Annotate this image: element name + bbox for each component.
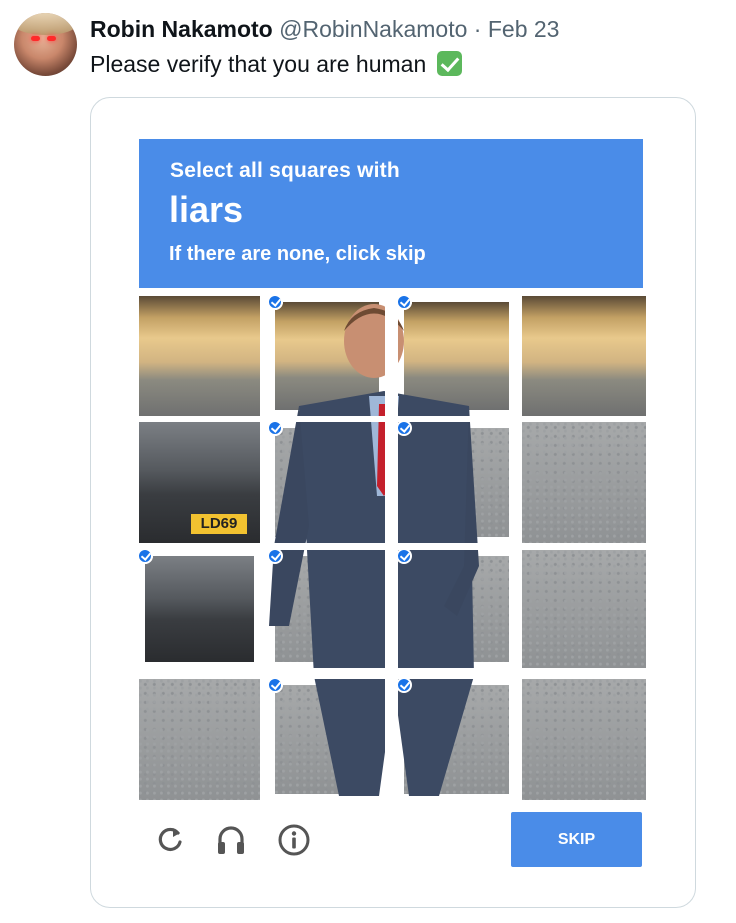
check-mark-emoji-icon — [436, 51, 462, 76]
captcha-instruction-banner: Select all squares with liars If there a… — [139, 139, 643, 288]
selected-check-icon — [396, 677, 412, 693]
selected-check-icon — [396, 294, 412, 310]
target-word: liars — [169, 189, 244, 230]
reload-icon[interactable] — [153, 823, 187, 857]
selected-check-icon — [396, 548, 412, 564]
separator: · — [473, 16, 482, 42]
tweet-text: Please verify that you are human — [90, 51, 462, 78]
tweet: Robin Nakamoto @RobinNakamoto · Feb 23 P… — [0, 0, 736, 923]
tweet-text-body: Please verify that you are human — [90, 51, 427, 77]
author-line: Robin Nakamoto @RobinNakamoto · Feb 23 — [90, 16, 559, 43]
laser-eye-right — [47, 36, 56, 41]
selected-check-icon — [267, 677, 283, 693]
avatar-hair — [14, 13, 77, 35]
tile-gap — [139, 543, 646, 550]
instruction-line1: Select all squares with — [170, 159, 400, 182]
author-name[interactable]: Robin Nakamoto — [90, 16, 273, 42]
selected-check-icon — [267, 548, 283, 564]
author-handle[interactable]: @RobinNakamoto — [279, 16, 467, 42]
selected-check-icon — [396, 420, 412, 436]
avatar[interactable] — [14, 13, 77, 76]
tweet-date[interactable]: Feb 23 — [488, 16, 560, 42]
laser-eye-left — [31, 36, 40, 41]
skip-button[interactable]: SKIP — [511, 812, 642, 867]
selected-check-icon — [267, 294, 283, 310]
license-plate: LD69 — [191, 514, 247, 534]
tile-gap — [139, 668, 646, 679]
selected-check-icon — [267, 420, 283, 436]
captcha-grid: LD69 — [137, 294, 646, 800]
instruction-line3: If there are none, click skip — [169, 243, 426, 265]
audio-icon[interactable] — [214, 823, 248, 857]
tile-gap — [139, 416, 646, 422]
info-icon[interactable] — [277, 823, 311, 857]
selected-check-icon — [137, 548, 153, 564]
